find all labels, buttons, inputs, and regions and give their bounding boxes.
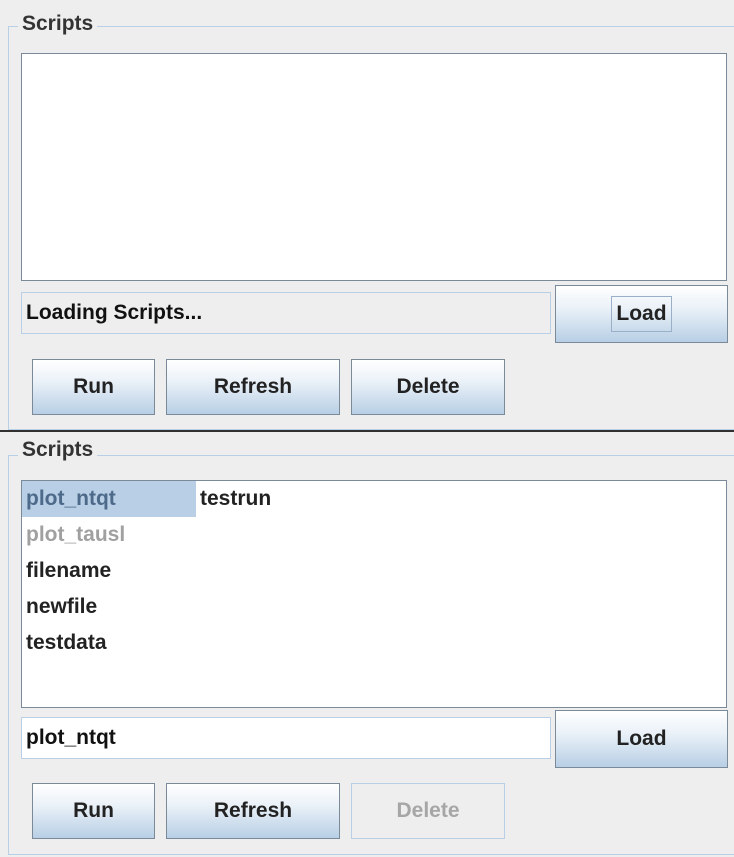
list-item[interactable]: plot_tausl [22, 517, 125, 553]
script-list[interactable] [21, 53, 727, 281]
groupbox-title: Scripts [18, 438, 98, 462]
list-item[interactable]: testrun [196, 481, 271, 517]
load-button[interactable]: Load [555, 710, 728, 768]
load-button[interactable]: Load [555, 285, 728, 343]
load-button-label: Load [611, 296, 672, 332]
delete-button[interactable]: Delete [351, 783, 505, 839]
run-button[interactable]: Run [32, 359, 155, 415]
delete-button[interactable]: Delete [351, 359, 505, 415]
script-list[interactable]: plot_ntqt testrun plot_tausl filename ne… [21, 480, 727, 708]
refresh-button[interactable]: Refresh [166, 783, 340, 839]
scripts-panel-loading: Scripts Loading Scripts... Load Run Refr… [0, 0, 734, 430]
refresh-button[interactable]: Refresh [166, 359, 340, 415]
script-name-input[interactable]: plot_ntqt [21, 717, 551, 759]
run-button[interactable]: Run [32, 783, 155, 839]
status-field: Loading Scripts... [21, 292, 551, 334]
groupbox-title: Scripts [18, 12, 98, 36]
list-item[interactable]: plot_ntqt [22, 481, 196, 517]
list-item[interactable]: filename [22, 553, 111, 589]
list-item[interactable]: newfile [22, 589, 97, 625]
list-item[interactable]: testdata [22, 625, 107, 661]
script-manager-window: Scripts Loading Scripts... Load Run Refr… [0, 0, 734, 857]
scripts-panel-loaded: Scripts plot_ntqt testrun plot_tausl fil… [0, 432, 734, 857]
